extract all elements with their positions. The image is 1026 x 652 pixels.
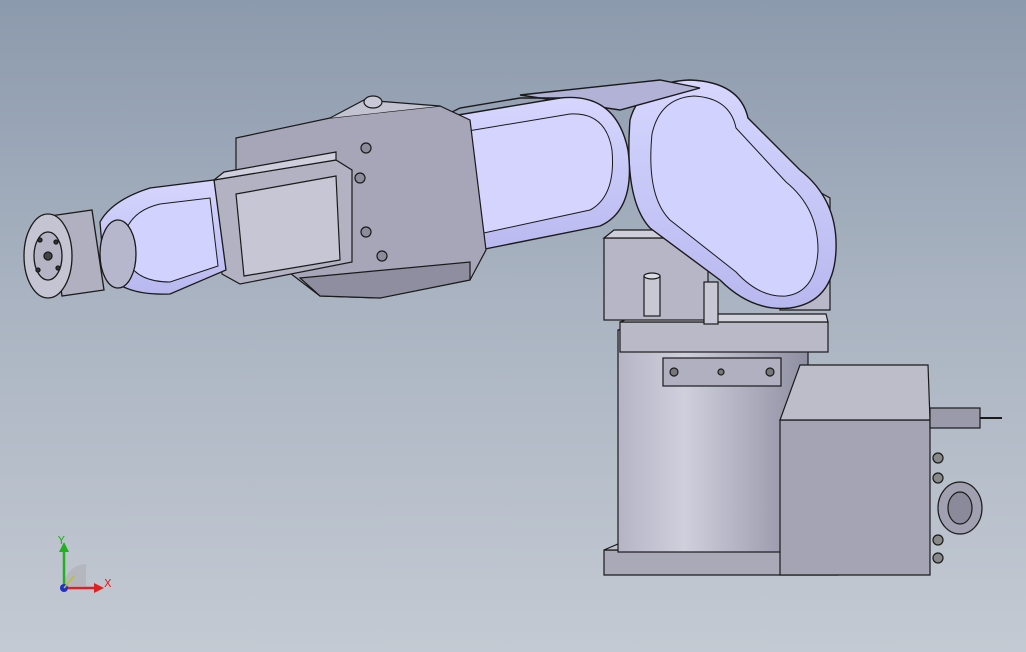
x-axis-label: X [104, 577, 112, 590]
y-axis-label: Y [57, 534, 65, 547]
cad-viewport[interactable]: Y X [0, 0, 1026, 652]
base-pedestal [603, 313, 1002, 576]
axis-triad: Y X [57, 534, 112, 593]
tool-flange[interactable] [23, 209, 105, 299]
robot-arm-model[interactable]: Y X [0, 0, 1026, 652]
wrist-link [99, 179, 227, 295]
wrist-motor-box [211, 151, 353, 285]
